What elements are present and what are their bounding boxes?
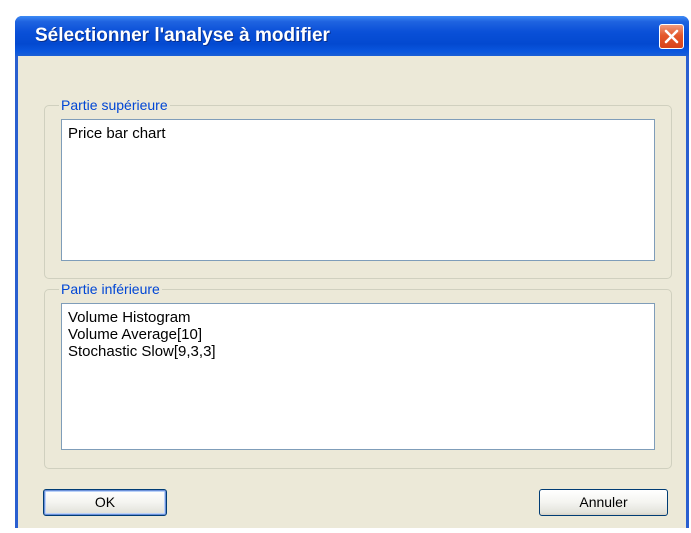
- dialog-window: Sélectionner l'analyse à modifier Partie…: [15, 16, 689, 528]
- lower-section-legend: Partie inférieure: [59, 281, 162, 297]
- lower-list-items: Volume Histogram Volume Average[10] Stoc…: [62, 304, 654, 360]
- close-icon: [664, 29, 679, 44]
- dialog-body: Partie supérieure Price bar chart Partie…: [18, 56, 686, 528]
- list-item[interactable]: Volume Average[10]: [62, 326, 654, 343]
- list-item[interactable]: Stochastic Slow[9,3,3]: [62, 343, 654, 360]
- close-button[interactable]: [659, 24, 684, 49]
- ok-button[interactable]: OK: [43, 489, 167, 516]
- upper-section-legend: Partie supérieure: [59, 97, 170, 113]
- upper-list-items: Price bar chart: [62, 120, 654, 142]
- lower-section-group: Partie inférieure Volume Histogram Volum…: [44, 281, 672, 469]
- upper-section-group: Partie supérieure Price bar chart: [44, 97, 672, 279]
- list-item[interactable]: Volume Histogram: [62, 309, 654, 326]
- title-bar[interactable]: Sélectionner l'analyse à modifier: [15, 16, 689, 56]
- screen: Sélectionner l'analyse à modifier Partie…: [0, 0, 691, 533]
- ok-button-label: OK: [94, 494, 116, 510]
- list-item[interactable]: Price bar chart: [62, 125, 654, 142]
- cancel-button-label: Annuler: [579, 494, 628, 510]
- cancel-button[interactable]: Annuler: [539, 489, 668, 516]
- dialog-title: Sélectionner l'analyse à modifier: [35, 25, 330, 46]
- lower-section-listbox[interactable]: Volume Histogram Volume Average[10] Stoc…: [61, 303, 655, 450]
- upper-section-listbox[interactable]: Price bar chart: [61, 119, 655, 261]
